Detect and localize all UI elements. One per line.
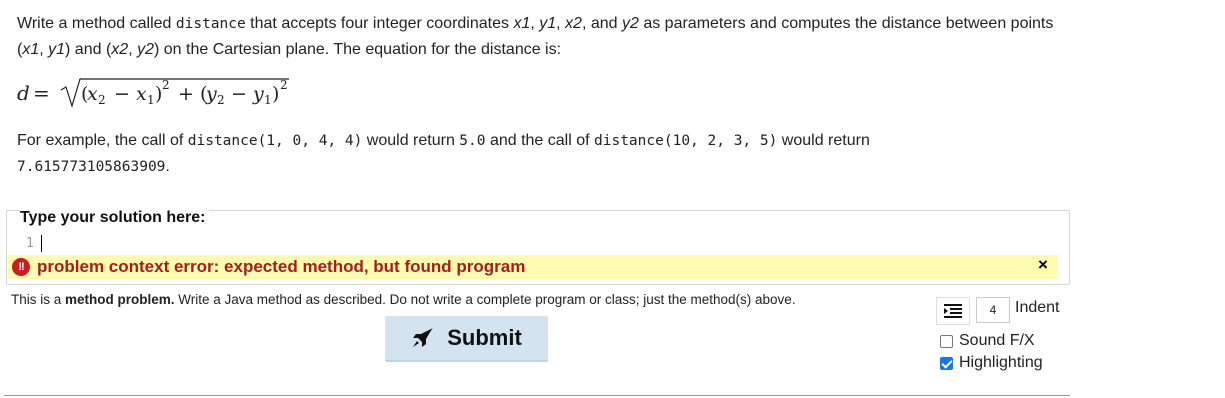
- example-call-1: distance(1, 0, 4, 4): [187, 133, 363, 149]
- example-return-1: 5.0: [459, 133, 486, 149]
- highlighting-checkbox[interactable]: [940, 356, 953, 370]
- error-text: problem context error: expected method, …: [37, 257, 526, 276]
- eq-minus1: −: [114, 83, 130, 105]
- eq-equals: =: [33, 81, 50, 105]
- example-return-2: 7.615773105863909: [17, 159, 166, 175]
- line-number: 1: [26, 236, 34, 251]
- eq-x1-sub: 1: [147, 93, 155, 107]
- eq-x2-sub: 2: [98, 93, 106, 107]
- eq-y2: y: [205, 83, 217, 105]
- eq-y2-sub: 2: [217, 93, 225, 107]
- eq-minus2: −: [231, 83, 247, 105]
- eq-lhs: d: [17, 81, 30, 105]
- eq-sq2: 2: [280, 78, 288, 92]
- divider: [4, 395, 1070, 396]
- example-description: For example, the call of distance(1, 0, …: [17, 132, 870, 175]
- solution-legend: Type your solution here:: [20, 209, 209, 227]
- eq-x1: x: [136, 83, 147, 105]
- highlighting-option[interactable]: Highlighting: [940, 354, 1043, 372]
- method-problem-hint: This is a method problem. Write a Java m…: [11, 292, 796, 307]
- indent-size-input[interactable]: [976, 297, 1010, 323]
- submit-button[interactable]: Submit: [385, 316, 548, 362]
- rocket-icon: [413, 328, 434, 347]
- error-message-bar: !! problem context error: expected metho…: [8, 255, 1058, 279]
- indent-label: Indent: [1015, 299, 1060, 316]
- sound-fx-label: Sound F/X: [959, 332, 1035, 349]
- sound-fx-option[interactable]: Sound F/X: [940, 332, 1035, 350]
- eq-close2: ): [272, 83, 279, 105]
- highlighting-label: Highlighting: [959, 354, 1043, 371]
- code-editor[interactable]: [41, 235, 42, 252]
- error-icon: !!: [12, 258, 30, 276]
- eq-y1: y: [252, 83, 264, 105]
- indent-button[interactable]: [936, 297, 970, 325]
- eq-y1-sub: 1: [264, 93, 272, 107]
- indent-icon: [944, 304, 962, 318]
- example-call-2: distance(10, 2, 3, 5): [594, 133, 778, 149]
- eq-sq1: 2: [162, 78, 170, 92]
- sound-fx-checkbox[interactable]: [940, 334, 953, 348]
- eq-plus: +: [178, 83, 194, 105]
- close-icon[interactable]: ×: [1033, 255, 1053, 275]
- method-name-code: distance: [175, 16, 246, 32]
- eq-x2: x: [87, 83, 98, 105]
- submit-label: Submit: [447, 325, 522, 350]
- problem-description: Write a method called distance that acce…: [17, 15, 1054, 58]
